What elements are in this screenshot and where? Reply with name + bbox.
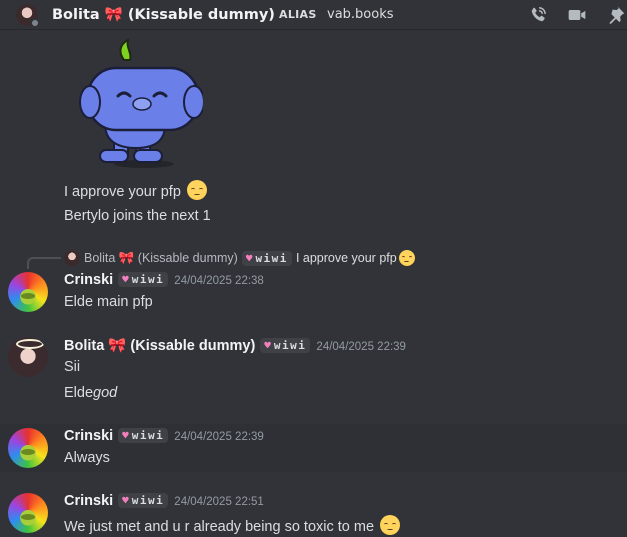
- status-indicator: [30, 18, 40, 28]
- message-text: Always: [64, 450, 110, 466]
- timestamp[interactable]: 24/04/2025 22:39: [174, 431, 264, 443]
- message-text: We just met and u r already being so tox…: [64, 515, 401, 535]
- avatar[interactable]: [8, 272, 48, 312]
- relieved-face-icon: [398, 250, 415, 266]
- message-header: Crinski ♥ wiwi 24/04/2025 22:38: [64, 272, 264, 288]
- relieved-face-icon: [186, 180, 207, 200]
- role-tag: ♥ wiwi: [260, 338, 311, 353]
- message-text: Bertylo joins the next 1: [64, 208, 211, 224]
- alias-label: ALIAS: [279, 8, 317, 21]
- role-tag: ♥ wiwi: [118, 428, 169, 443]
- message-text: I approve your pfp: [64, 180, 207, 200]
- reply-author[interactable]: Bolita 🎀 (Kissable dummy): [84, 251, 238, 266]
- reply-connector: [27, 257, 61, 269]
- avatar[interactable]: [8, 337, 48, 377]
- message-text: Sii: [64, 359, 81, 375]
- timestamp[interactable]: 24/04/2025 22:39: [316, 341, 406, 353]
- video-camera-icon[interactable]: [567, 5, 587, 25]
- heart-icon: ♥: [122, 494, 129, 507]
- channel-name[interactable]: Bolita 🎀 (Kissable dummy): [52, 6, 275, 23]
- reply-text: I approve your pfp: [295, 251, 397, 265]
- heart-icon: ♥: [122, 273, 129, 286]
- reply-avatar: [64, 250, 80, 266]
- role-tag: ♥ wiwi: [241, 250, 292, 266]
- heart-icon: ♥: [122, 429, 129, 442]
- reply-reference[interactable]: Bolita 🎀 (Kissable dummy) ♥ wiwi I approv…: [64, 249, 415, 267]
- pouting-face-icon: [380, 515, 401, 535]
- role-tag: ♥ wiwi: [118, 272, 169, 287]
- timestamp[interactable]: 24/04/2025 22:51: [174, 496, 264, 508]
- phone-call-icon[interactable]: [528, 5, 548, 25]
- role-tag: ♥ wiwi: [118, 493, 169, 508]
- message-text: Elde main pfp: [64, 294, 153, 310]
- username[interactable]: Crinski: [64, 493, 113, 509]
- alias-value: vab.books: [327, 7, 394, 22]
- message-header: Crinski ♥ wiwi 24/04/2025 22:51: [64, 493, 264, 509]
- username[interactable]: Crinski: [64, 272, 113, 288]
- avatar[interactable]: [8, 428, 48, 468]
- avatar[interactable]: [8, 493, 48, 533]
- timestamp[interactable]: 24/04/2025 22:38: [174, 275, 264, 287]
- message-header: Bolita 🎀 (Kissable dummy) ♥ wiwi 24/04/2025…: [64, 337, 406, 354]
- username[interactable]: Crinski: [64, 428, 113, 444]
- channel-header: Bolita 🎀 (Kissable dummy) ALIAS vab.book…: [0, 0, 627, 30]
- message-header: Crinski ♥ wiwi 24/04/2025 22:39: [64, 428, 264, 444]
- heart-icon: ♥: [264, 339, 271, 352]
- message-text: Eldegod: [64, 385, 118, 401]
- heart-icon: ♥: [245, 251, 253, 265]
- user-avatar[interactable]: [16, 4, 40, 28]
- pin-icon[interactable]: [606, 5, 626, 25]
- username[interactable]: Bolita 🎀 (Kissable dummy): [64, 338, 255, 354]
- wumpus-sticker[interactable]: [78, 38, 203, 172]
